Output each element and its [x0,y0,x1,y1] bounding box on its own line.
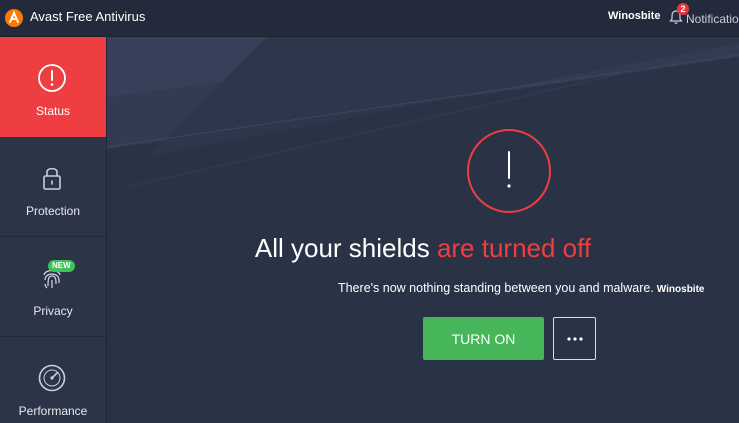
subtext-message: There's now nothing standing between you… [338,281,654,295]
background-pattern [107,37,739,188]
headline-warning: are turned off [436,233,592,263]
sidebar: Status Protection NEW Privacy Performanc… [0,37,107,423]
status-panel: All your shields are turned off There's … [107,37,739,423]
ellipsis-icon [567,337,583,341]
app-title: Avast Free Antivirus [30,9,146,24]
sidebar-item-label: Performance [18,404,88,418]
sidebar-item-status[interactable]: Status [0,37,106,137]
alert-circle-icon [38,64,66,92]
sidebar-item-label: Status [35,104,71,118]
shield-alert-icon [467,129,551,213]
sidebar-item-label: Protection [25,204,81,218]
notifications-button[interactable]: 2 Notifications [667,3,739,31]
status-headline: All your shields are turned off [107,233,739,264]
speedometer-icon [38,364,66,392]
headline-normal: All your shields [254,233,437,263]
subtext-watermark: Winosbite [656,284,705,295]
avast-logo-icon [5,9,23,27]
more-options-button[interactable] [553,317,596,360]
turn-on-button[interactable]: TURN ON [423,317,544,360]
notifications-label: Notifications [686,12,739,26]
title-bar: Avast Free Antivirus Winosbite 2 Notific… [0,0,739,37]
sidebar-item-performance[interactable]: Performance [0,337,106,423]
account-name: Winosbite [608,10,661,22]
sidebar-item-privacy[interactable]: NEW Privacy [0,237,106,337]
avast-window: Avast Free Antivirus Winosbite 2 Notific… [0,0,739,423]
new-badge: NEW [48,260,75,272]
lock-icon [43,167,61,190]
sidebar-item-label: Privacy [33,304,73,318]
status-subtext: There's now nothing standing between you… [338,281,704,295]
sidebar-item-protection[interactable]: Protection [0,137,106,237]
